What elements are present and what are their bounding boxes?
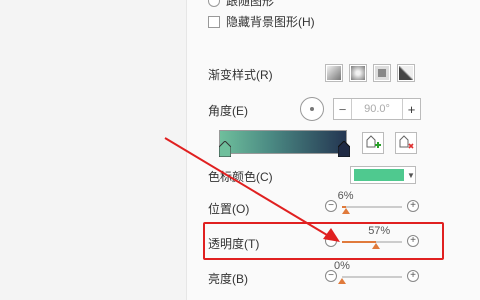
- position-increase-button[interactable]: +: [407, 200, 419, 212]
- position-row: 位置(O): [208, 200, 249, 217]
- rectangular-gradient-icon: [375, 66, 389, 80]
- annotation-highlight-box: [203, 222, 444, 260]
- linear-gradient-icon: [327, 66, 341, 80]
- brightness-row: 亮度(B): [208, 270, 248, 287]
- follow-shape-label: 跟随图形: [226, 0, 275, 8]
- position-label: 位置(O): [208, 202, 250, 216]
- brightness-label: 亮度(B): [208, 272, 248, 286]
- angle-row: 角度(E): [208, 102, 248, 119]
- stop-color-dropdown[interactable]: ▼: [350, 166, 416, 184]
- path-gradient-button[interactable]: [397, 64, 415, 82]
- chevron-down-icon: ▼: [407, 170, 415, 180]
- delete-stop-icon: [399, 135, 414, 149]
- hide-background-label: 隐藏背景图形(H): [226, 15, 315, 29]
- stop-color-swatch: [354, 169, 404, 181]
- hide-background-checkbox[interactable]: [208, 15, 220, 28]
- gradient-stop-right[interactable]: [338, 141, 350, 157]
- add-stop-button[interactable]: [362, 132, 384, 154]
- angle-decrease-button[interactable]: −: [334, 99, 352, 119]
- angle-label: 角度(E): [208, 104, 248, 118]
- brightness-increase-button[interactable]: +: [407, 270, 419, 282]
- stop-color-label: 色标颜色(C): [208, 170, 273, 184]
- gradient-style-buttons: [325, 64, 415, 82]
- brightness-track[interactable]: [342, 276, 402, 278]
- brightness-percent: 0%: [334, 260, 350, 272]
- position-percent: 6%: [337, 190, 354, 202]
- gradient-style-row: 渐变样式(R): [208, 66, 273, 83]
- position-slider[interactable]: − 6% +: [325, 190, 419, 217]
- radial-gradient-icon: [351, 66, 365, 80]
- stop-color-row: 色标颜色(C): [208, 168, 273, 185]
- position-decrease-button[interactable]: −: [325, 200, 337, 212]
- gradient-style-label: 渐变样式(R): [208, 68, 273, 82]
- angle-value[interactable]: 90.0°: [352, 99, 402, 119]
- follow-shape-option[interactable]: 跟随图形: [208, 0, 274, 9]
- brightness-slider[interactable]: − 0% +: [325, 260, 419, 287]
- hide-background-option[interactable]: 隐藏背景图形(H): [208, 13, 315, 30]
- gradient-preview-bar[interactable]: [219, 130, 347, 154]
- document-canvas-area: [0, 0, 186, 300]
- brightness-thumb[interactable]: [338, 278, 346, 284]
- angle-stepper[interactable]: − 90.0° +: [333, 98, 421, 120]
- angle-dial[interactable]: [300, 97, 324, 121]
- radial-gradient-button[interactable]: [349, 64, 367, 82]
- path-gradient-icon: [399, 66, 413, 80]
- gradient-stop-left[interactable]: [219, 141, 231, 157]
- follow-shape-radio[interactable]: [208, 0, 220, 7]
- position-track[interactable]: [342, 206, 402, 208]
- add-stop-icon: [366, 135, 381, 148]
- angle-increase-button[interactable]: +: [402, 99, 420, 119]
- position-thumb[interactable]: [341, 208, 350, 214]
- delete-stop-button[interactable]: [395, 132, 417, 154]
- rectangular-gradient-button[interactable]: [373, 64, 391, 82]
- linear-gradient-button[interactable]: [325, 64, 343, 82]
